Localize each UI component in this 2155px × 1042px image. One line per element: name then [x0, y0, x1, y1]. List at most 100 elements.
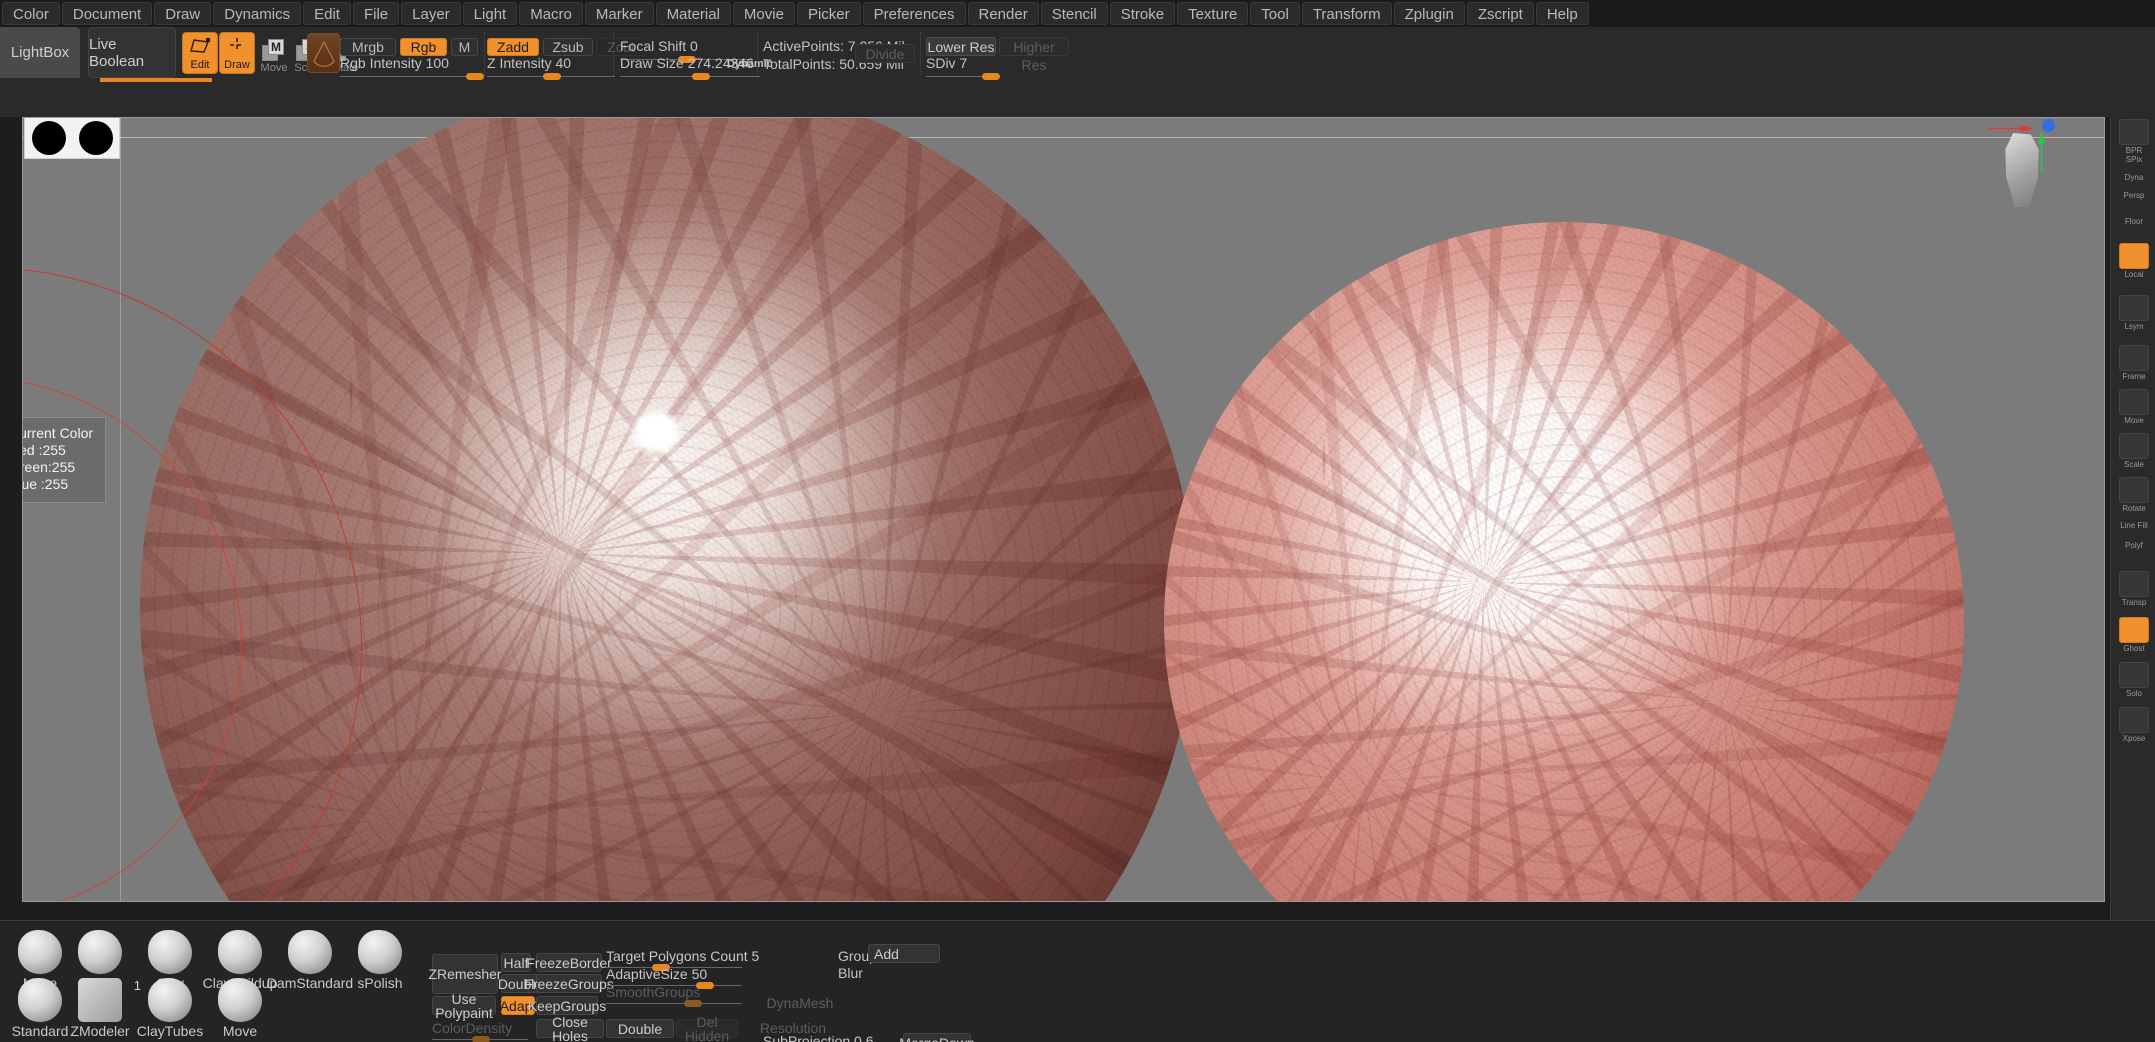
- live-boolean-button[interactable]: Live Boolean: [88, 27, 176, 78]
- rgb-toggle[interactable]: Rgb: [400, 38, 447, 56]
- rp-bpr[interactable]: BPR: [2114, 119, 2154, 155]
- canvas-guideline-vertical: [120, 117, 121, 902]
- zremesher-button[interactable]: ZRemesher: [428, 954, 502, 994]
- dynamesh-button[interactable]: DynaMesh: [763, 995, 837, 1011]
- rp-local-box: [2119, 243, 2149, 269]
- menu-item-help[interactable]: Help: [1535, 2, 1589, 25]
- menu-item-layer[interactable]: Layer: [401, 2, 461, 25]
- model-sphere-left[interactable]: [140, 117, 1195, 902]
- smooth-groups-slider[interactable]: SmoothGroups: [606, 984, 742, 1007]
- brush-move-topological[interactable]: Move Topologica: [195, 978, 285, 1042]
- menu-item-marker[interactable]: Marker: [584, 2, 654, 25]
- menu-item-tool[interactable]: Tool: [1250, 2, 1300, 25]
- rp-dyna[interactable]: Dyna: [2114, 173, 2154, 182]
- menu-item-stroke[interactable]: Stroke: [1109, 2, 1176, 25]
- draw-button[interactable]: Draw: [219, 32, 255, 74]
- right-palette: BPR SPix Dyna Persp Floor Local Lsym Fra…: [2110, 117, 2155, 1042]
- double-2-button[interactable]: Double: [606, 1019, 674, 1038]
- rp-polyf[interactable]: Polyf: [2114, 541, 2154, 550]
- rgb-intensity-slider[interactable]: Rgb Intensity 100: [340, 55, 484, 80]
- rp-transp-label: Transp: [2121, 598, 2147, 607]
- menu-item-preferences[interactable]: Preferences: [862, 2, 966, 25]
- menu-item-document[interactable]: Document: [61, 2, 153, 25]
- rp-linefill[interactable]: Line Fill: [2114, 521, 2154, 530]
- menu-item-edit[interactable]: Edit: [303, 2, 351, 25]
- freeze-border-button[interactable]: FreezeBorder: [526, 953, 612, 972]
- menu-item-texture[interactable]: Texture: [1177, 2, 1249, 25]
- rp-floor[interactable]: Floor: [2114, 217, 2154, 226]
- menu-item-picker[interactable]: Picker: [796, 2, 861, 25]
- color-density-slider[interactable]: ColorDensity: [432, 1020, 528, 1042]
- move-button[interactable]: M Move: [255, 34, 293, 74]
- move-icon: M: [262, 39, 286, 61]
- lightbox-button[interactable]: LightBox: [0, 27, 80, 78]
- rp-move-label: Move: [2124, 416, 2144, 425]
- sub-projection-slider[interactable]: SubProjection 0.6: [763, 1033, 897, 1042]
- target-polygons-slider[interactable]: Target Polygons Count 5: [606, 948, 759, 971]
- zsub-toggle[interactable]: Zsub: [543, 38, 593, 56]
- smooth-groups-knob[interactable]: [684, 1000, 702, 1007]
- color-dot-1: [31, 121, 66, 155]
- lower-res-button[interactable]: Lower Res: [926, 37, 996, 56]
- z-intensity-slider[interactable]: Z Intensity 40: [487, 55, 615, 80]
- rp-ghost[interactable]: Ghost: [2114, 617, 2154, 653]
- rp-lsym-box: [2119, 295, 2149, 321]
- menu-item-transform[interactable]: Transform: [1301, 2, 1392, 25]
- higher-res-button[interactable]: Higher Res: [999, 37, 1069, 73]
- rp-bpr-box: [2119, 119, 2149, 145]
- rp-move[interactable]: Move: [2114, 389, 2154, 425]
- menu-item-render[interactable]: Render: [967, 2, 1039, 25]
- rp-ghost-box: [2119, 617, 2149, 643]
- rp-local[interactable]: Local: [2114, 243, 2154, 279]
- menu-item-zplugin[interactable]: Zplugin: [1393, 2, 1465, 25]
- divide-button[interactable]: Divide: [855, 44, 915, 63]
- brush-spolish[interactable]: sPolish: [335, 930, 425, 991]
- add-button[interactable]: Add: [868, 944, 940, 963]
- menu-item-draw[interactable]: Draw: [154, 2, 212, 25]
- use-polypaint-button[interactable]: Use Polypaint: [432, 992, 496, 1020]
- merge-down-button[interactable]: MergeDown: [899, 1033, 975, 1042]
- mrgb-toggle[interactable]: Mrgb: [340, 38, 396, 56]
- draw-size-knob[interactable]: [692, 73, 710, 80]
- menu-item-stencil[interactable]: Stencil: [1040, 2, 1108, 25]
- rp-frame[interactable]: Frame: [2114, 345, 2154, 381]
- rp-spix[interactable]: SPix: [2114, 155, 2154, 164]
- target-polygons-label: Target Polygons Count 5: [606, 948, 760, 964]
- sculpt-canvas[interactable]: Current Color Red :255 Green:255 Blue :2…: [22, 117, 2105, 902]
- menu-item-material[interactable]: Material: [655, 2, 731, 25]
- freeze-groups-button[interactable]: FreezeGroups: [524, 974, 614, 993]
- rp-scale[interactable]: Scale: [2114, 433, 2154, 469]
- rp-lsym[interactable]: Lsym: [2114, 295, 2154, 331]
- rp-transp[interactable]: Transp: [2114, 571, 2154, 607]
- menu-item-movie[interactable]: Movie: [732, 2, 795, 25]
- material-swatch[interactable]: [307, 33, 340, 73]
- color-density-knob[interactable]: [472, 1036, 490, 1042]
- edit-button[interactable]: Edit: [182, 32, 218, 74]
- menu-item-file[interactable]: File: [352, 2, 400, 25]
- keep-groups-button[interactable]: KeepGroups: [528, 996, 606, 1015]
- menu-item-light[interactable]: Light: [462, 2, 518, 25]
- del-hidden-button[interactable]: Del Hidden: [676, 1015, 738, 1042]
- sdiv-knob[interactable]: [982, 73, 1000, 80]
- rp-rotate[interactable]: Rotate: [2114, 477, 2154, 513]
- rp-persp[interactable]: Persp: [2114, 191, 2154, 200]
- toolbar-separator-2: [613, 32, 614, 76]
- m-toggle[interactable]: M: [451, 38, 478, 56]
- tooltip-red: Red :255: [22, 442, 66, 458]
- menu-item-macro[interactable]: Macro: [519, 2, 583, 25]
- z-intensity-knob[interactable]: [543, 73, 561, 80]
- menu-item-color[interactable]: Color: [2, 2, 60, 25]
- rp-xpose[interactable]: Xpose: [2114, 707, 2154, 743]
- rp-solo[interactable]: Solo: [2114, 662, 2154, 698]
- zadd-toggle[interactable]: Zadd: [487, 38, 539, 56]
- sdiv-slider[interactable]: SDiv 7: [926, 55, 1000, 80]
- close-holes-button[interactable]: Close Holes: [536, 1015, 604, 1042]
- rgb-intensity-knob[interactable]: [466, 73, 484, 80]
- menu-item-zscript[interactable]: Zscript: [1466, 2, 1534, 25]
- adaptive-size-slider[interactable]: AdaptiveSize 50: [606, 966, 742, 989]
- color-swatch-preview[interactable]: [24, 117, 120, 159]
- model-sphere-right[interactable]: [1164, 222, 1964, 902]
- move-icon-front: M: [268, 39, 284, 55]
- orientation-gizmo[interactable]: [1980, 117, 2070, 219]
- menu-item-dynamics[interactable]: Dynamics: [213, 2, 302, 25]
